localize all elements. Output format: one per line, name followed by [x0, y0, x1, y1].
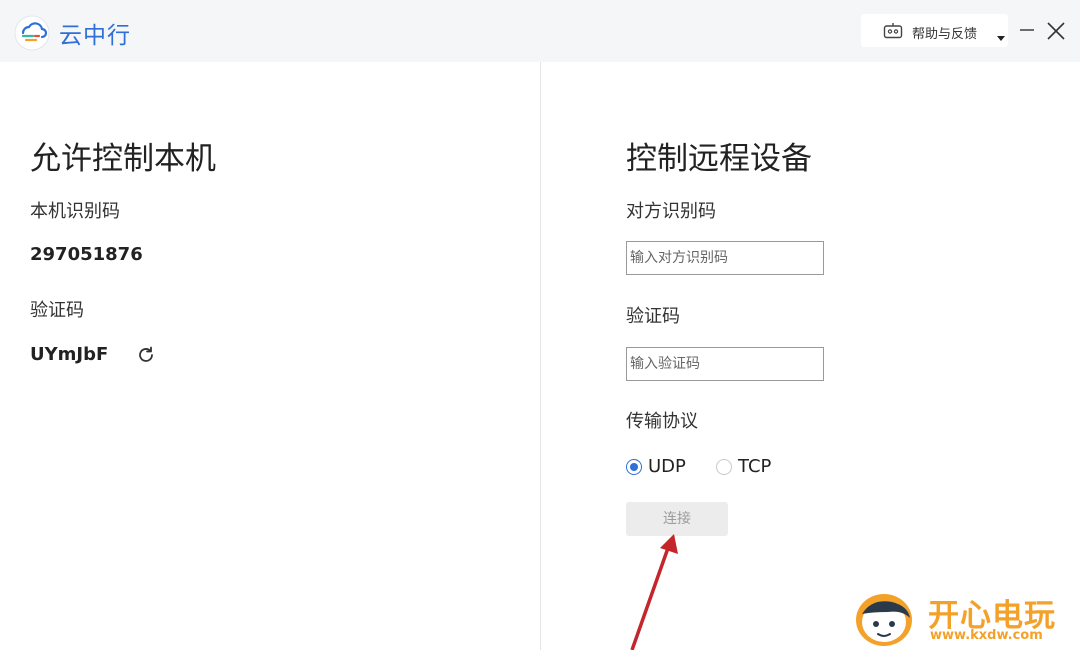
peer-id-input[interactable] [626, 241, 824, 275]
local-id-label: 本机识别码 [30, 201, 120, 222]
help-feedback-label: 帮助与反馈 [912, 27, 978, 42]
help-feedback-button[interactable]: 帮助与反馈 [861, 14, 1008, 47]
app-name: 云中行 [59, 23, 131, 49]
app-logo-icon [14, 15, 50, 51]
tcp-radio-label[interactable]: TCP [738, 456, 771, 477]
watermark-mascot-icon [856, 594, 912, 646]
local-code-label: 验证码 [30, 300, 84, 321]
robot-icon [883, 23, 903, 39]
panel-divider [540, 62, 541, 650]
udp-radio-label[interactable]: UDP [648, 456, 686, 477]
peer-code-label: 验证码 [626, 306, 680, 327]
minimize-icon[interactable] [1019, 21, 1035, 39]
peer-id-label: 对方识别码 [626, 201, 716, 222]
udp-radio[interactable] [626, 459, 642, 475]
close-icon[interactable] [1045, 20, 1067, 42]
annotation-arrow-icon [630, 534, 678, 650]
protocol-label: 传输协议 [626, 411, 698, 432]
local-code-value: UYmJbF [30, 344, 109, 365]
local-id-value: 297051876 [30, 244, 143, 265]
allow-control-title: 允许控制本机 [30, 141, 216, 177]
peer-code-input[interactable] [626, 347, 824, 381]
tcp-radio[interactable] [716, 459, 732, 475]
watermark-url: www.kxdw.com [930, 628, 1043, 643]
title-bar: 云中行 帮助与反馈 [0, 0, 1080, 62]
refresh-icon[interactable] [136, 345, 156, 365]
control-remote-title: 控制远程设备 [626, 141, 812, 177]
chevron-down-icon[interactable] [997, 36, 1005, 41]
